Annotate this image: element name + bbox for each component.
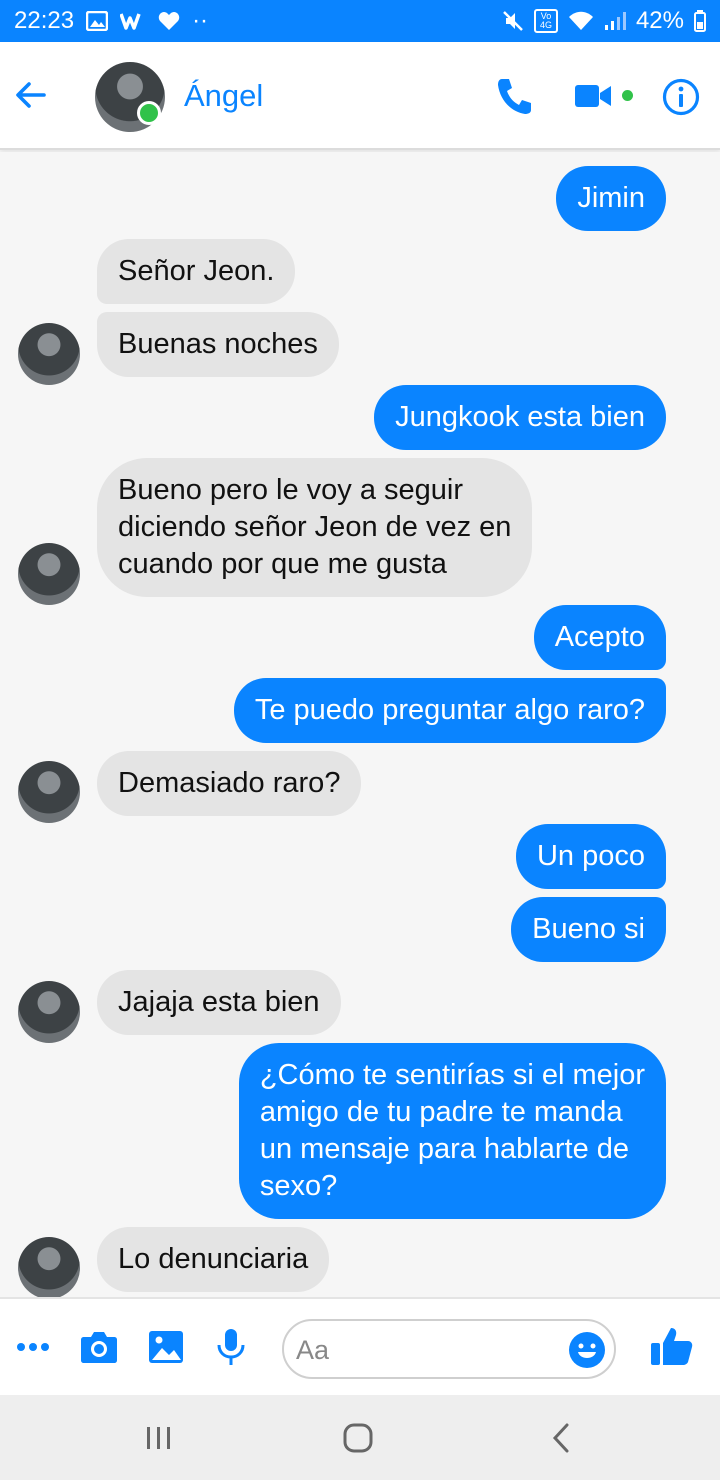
w-app-notification-icon <box>120 12 146 30</box>
recents-nav-icon[interactable] <box>142 1421 176 1455</box>
message-bubble-sent[interactable]: Acepto <box>533 605 666 670</box>
message-list[interactable]: Jimin Señor Jeon. Buenas noches Jungkook… <box>0 152 720 1299</box>
back-arrow-icon[interactable] <box>14 78 48 112</box>
online-indicator <box>137 101 161 125</box>
battery-icon <box>694 10 706 32</box>
more-icon[interactable] <box>16 1327 56 1367</box>
message-bubble-sent[interactable]: Te puedo preguntar algo raro? <box>233 678 666 743</box>
message-bubble-sent[interactable]: Jungkook esta bien <box>374 385 666 450</box>
heart-notification-icon <box>158 11 180 31</box>
battery-percent: 42% <box>635 7 684 34</box>
message-bubble-received[interactable]: Bueno pero le voy a seguir diciendo seño… <box>97 458 533 597</box>
camera-icon[interactable] <box>80 1327 120 1367</box>
message-bubble-sent[interactable]: Bueno si <box>511 897 666 962</box>
info-icon[interactable] <box>662 78 700 116</box>
volte-icon: Vo 4G <box>533 9 558 33</box>
phone-icon[interactable] <box>496 76 532 116</box>
message-bubble-received[interactable]: Demasiado raro? <box>97 751 362 816</box>
message-bubble-received[interactable]: Lo denunciaria <box>97 1227 330 1292</box>
system-nav-bar <box>0 1395 720 1480</box>
message-bubble-sent[interactable]: Jimin <box>556 166 666 231</box>
message-bubble-sent[interactable]: Un poco <box>515 824 666 889</box>
emoji-icon[interactable] <box>568 1331 606 1369</box>
image-icon[interactable] <box>148 1327 188 1367</box>
message-bubble-received[interactable]: Buenas noches <box>97 312 339 377</box>
contact-avatar-small[interactable] <box>18 981 80 1043</box>
message-bubble-sent[interactable]: ¿Cómo te sentirías si el mejor amigo de … <box>238 1043 666 1219</box>
more-notifications-icon: ·· <box>192 7 209 34</box>
message-bubble-received[interactable]: Señor Jeon. <box>97 239 296 304</box>
status-time: 22:23 <box>14 7 75 34</box>
mute-icon <box>502 10 524 32</box>
contact-name[interactable]: Ángel <box>184 78 263 114</box>
thumbs-up-icon[interactable] <box>650 1325 694 1369</box>
home-nav-icon[interactable] <box>341 1421 375 1455</box>
status-bar: 22:23 ·· Vo 4G 42% <box>0 0 720 42</box>
back-nav-icon[interactable] <box>545 1421 579 1455</box>
gallery-notification-icon <box>86 11 109 31</box>
video-camera-icon[interactable] <box>574 80 612 112</box>
chat-header: Ángel <box>0 42 720 150</box>
microphone-icon[interactable] <box>214 1327 254 1367</box>
message-input[interactable]: Aa <box>282 1319 616 1379</box>
video-online-indicator <box>622 90 633 101</box>
signal-icon <box>604 11 626 31</box>
wifi-icon <box>568 11 594 31</box>
volte-label: Vo 4G <box>539 11 552 30</box>
contact-avatar-small[interactable] <box>18 1237 80 1299</box>
contact-avatar-small[interactable] <box>18 323 80 385</box>
contact-avatar-small[interactable] <box>18 543 80 605</box>
message-bubble-received[interactable]: Jajaja esta bien <box>97 970 341 1035</box>
message-composer: Aa <box>0 1297 720 1395</box>
message-input-placeholder: Aa <box>296 1335 330 1365</box>
contact-avatar-small[interactable] <box>18 761 80 823</box>
